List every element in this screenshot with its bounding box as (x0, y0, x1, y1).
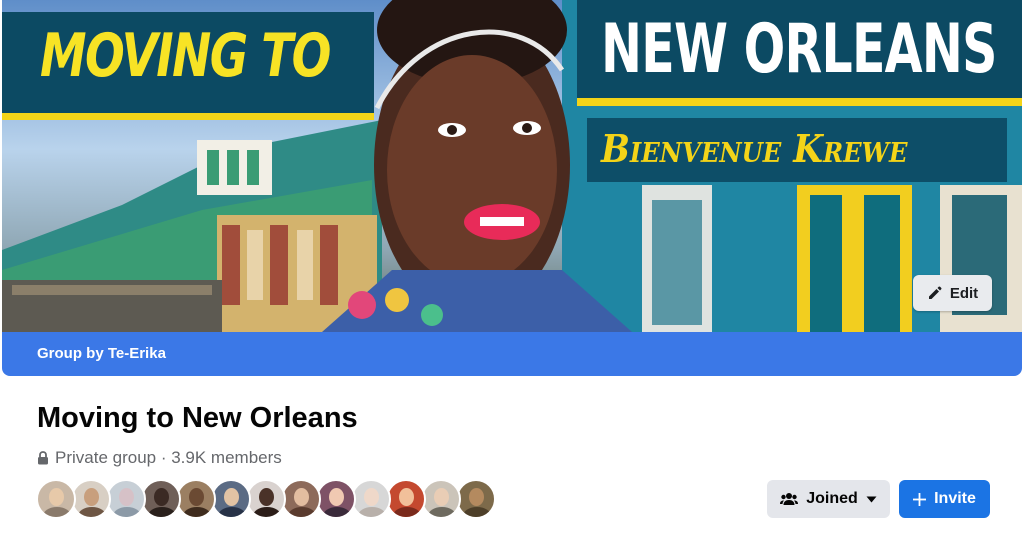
avatar-body (113, 507, 141, 517)
group-title[interactable]: Moving to New Orleans (37, 402, 358, 435)
member-avatar[interactable] (246, 479, 286, 519)
member-avatar[interactable] (106, 479, 146, 519)
avatar-face (189, 488, 204, 506)
avatar-body (148, 507, 176, 517)
edit-cover-button[interactable]: Edit (913, 275, 992, 311)
cover-subheadline-box: Bienvenue Krewe (587, 118, 1007, 182)
member-avatar[interactable] (456, 479, 496, 519)
avatar-body (428, 507, 456, 517)
avatar-face (329, 488, 344, 506)
member-avatar[interactable] (141, 479, 181, 519)
invite-button-label: Invite (934, 490, 976, 507)
cover-banner-right: NEW ORLEANS Bienvenue Krewe (577, 0, 1022, 186)
member-avatar[interactable] (211, 479, 251, 519)
group-by-label: Group by Te-Erika (37, 345, 166, 362)
avatar-body (218, 507, 246, 517)
avatar-body (323, 507, 351, 517)
avatar-face (399, 488, 414, 506)
avatar-body (43, 507, 71, 517)
avatar-face (224, 488, 239, 506)
group-meta-text[interactable]: Private group · 3.9K members (55, 448, 282, 468)
avatar-face (364, 488, 379, 506)
avatar-face (84, 488, 99, 506)
avatar-face (294, 488, 309, 506)
avatar-face (469, 488, 484, 506)
cover-headline-left: MOVING TO (40, 21, 331, 91)
member-avatar[interactable] (36, 479, 76, 519)
cover-subheadline: Bienvenue Krewe (601, 126, 908, 171)
member-avatar[interactable] (316, 479, 356, 519)
group-by-bar: Group by Te-Erika (2, 332, 1022, 376)
group-meta: Private group · 3.9K members (37, 448, 282, 468)
lock-icon (38, 451, 48, 465)
avatar-body (358, 507, 386, 517)
caret-down-icon (866, 496, 877, 502)
avatar-body (253, 507, 281, 517)
member-avatars[interactable] (36, 479, 496, 519)
avatar-body (288, 507, 316, 517)
avatar-body (78, 507, 106, 517)
plus-icon (913, 492, 927, 506)
avatar-face (49, 488, 64, 506)
group-page: MOVING TO NEW ORLEANS Bienvenue Krewe Ed… (0, 0, 1024, 542)
members-icon (780, 493, 799, 505)
cover-photo: MOVING TO NEW ORLEANS Bienvenue Krewe Ed… (2, 0, 1022, 332)
member-avatar[interactable] (71, 479, 111, 519)
edit-button-label: Edit (949, 284, 979, 302)
avatar-face (154, 488, 169, 506)
member-avatar[interactable] (421, 479, 461, 519)
joined-button[interactable]: Joined (767, 480, 890, 518)
member-avatar[interactable] (176, 479, 216, 519)
pencil-icon (928, 286, 942, 299)
cover-headline-right: NEW ORLEANS (601, 10, 997, 89)
avatar-face (259, 488, 274, 506)
avatar-body (463, 507, 491, 517)
invite-button[interactable]: Invite (899, 480, 990, 518)
avatar-body (393, 507, 421, 517)
member-avatar[interactable] (281, 479, 321, 519)
member-avatar[interactable] (351, 479, 391, 519)
avatar-body (183, 507, 211, 517)
member-avatar[interactable] (386, 479, 426, 519)
cover-banner-left: MOVING TO (2, 12, 374, 120)
avatar-face (434, 488, 449, 506)
joined-button-label: Joined (806, 490, 858, 507)
avatar-face (119, 488, 134, 506)
